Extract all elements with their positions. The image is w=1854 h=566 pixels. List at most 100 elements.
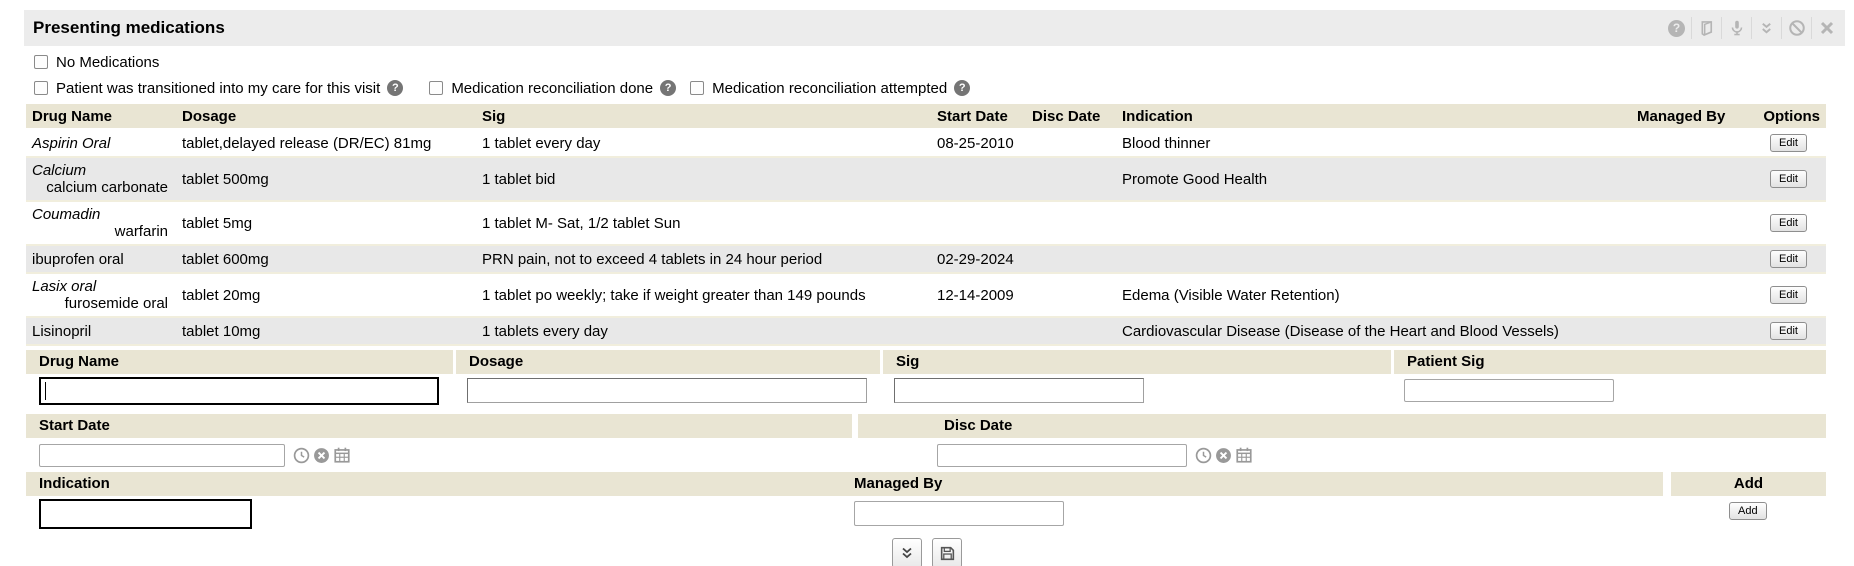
indication-cell xyxy=(1116,202,1631,244)
start-date-cell xyxy=(931,158,1026,200)
indication-label: Indication xyxy=(39,475,110,492)
table-row: ibuprofen oral tablet 600mg PRN pain, no… xyxy=(26,246,1826,274)
sig-cell: 1 tablet M- Sat, 1/2 tablet Sun xyxy=(476,202,931,244)
save-icon xyxy=(939,545,956,562)
start-date-cell: 02-29-2024 xyxy=(931,246,1026,272)
no-medications-checkbox[interactable] xyxy=(34,55,48,69)
edit-button[interactable]: Edit xyxy=(1770,322,1807,340)
toolbar-microphone-button[interactable] xyxy=(1722,16,1751,40)
calendar-icon[interactable] xyxy=(333,446,351,464)
edit-button[interactable]: Edit xyxy=(1770,134,1807,152)
reconciliation-done-label: Medication reconciliation done xyxy=(451,80,653,97)
drug-generic: warfarin xyxy=(32,223,170,240)
column-header-disc-date: Disc Date xyxy=(1026,104,1116,128)
toolbar-help-button[interactable]: ? xyxy=(1662,16,1691,40)
edit-button[interactable]: Edit xyxy=(1770,170,1807,188)
drug-brand: Coumadin xyxy=(32,206,170,223)
help-icon[interactable]: ? xyxy=(387,80,403,96)
close-icon xyxy=(1819,20,1835,36)
sig-cell: 1 tablets every day xyxy=(476,318,931,344)
drug-generic: calcium carbonate xyxy=(32,179,170,196)
drug-brand: ibuprofen oral xyxy=(32,251,170,268)
transitioned-checkbox[interactable] xyxy=(34,81,48,95)
column-header-options: Options xyxy=(1751,104,1826,128)
transitioned-label: Patient was transitioned into my care fo… xyxy=(56,80,380,97)
indication-cell: Edema (Visible Water Retention) xyxy=(1116,274,1631,316)
drug-brand: Lisinopril xyxy=(32,323,170,340)
table-row: Aspirin Oral tablet,delayed release (DR/… xyxy=(26,130,1826,158)
reconciliation-row: Patient was transitioned into my care fo… xyxy=(34,76,1534,100)
dosage-cell: tablet 20mg xyxy=(176,274,476,316)
column-header-drug-name: Drug Name xyxy=(26,104,176,128)
table-row: Calcium calcium carbonate tablet 500mg 1… xyxy=(26,158,1826,202)
managed-by-cell xyxy=(1631,246,1751,272)
column-header-dosage: Dosage xyxy=(176,104,476,128)
clear-date-icon[interactable] xyxy=(1215,447,1232,464)
disc-date-label: Disc Date xyxy=(858,414,1826,438)
drug-name-input[interactable] xyxy=(39,377,439,405)
start-date-cell xyxy=(931,202,1026,244)
text-caret xyxy=(45,382,46,400)
start-date-input[interactable] xyxy=(39,444,285,467)
panel-titlebar: Presenting medications ? xyxy=(24,10,1845,46)
table-row: Lasix oral furosemide oral tablet 20mg 1… xyxy=(26,274,1826,318)
chevrons-down-icon xyxy=(1758,20,1775,37)
dosage-cell: tablet 500mg xyxy=(176,158,476,200)
indication-cell: Promote Good Health xyxy=(1116,158,1631,200)
column-header-managed-by: Managed By xyxy=(1631,104,1751,128)
column-header-indication: Indication xyxy=(1116,104,1631,128)
sig-label: Sig xyxy=(883,350,1391,374)
managed-by-cell xyxy=(1631,202,1751,244)
drug-brand: Calcium xyxy=(32,162,170,179)
reconciliation-done-checkbox[interactable] xyxy=(429,81,443,95)
clear-date-icon[interactable] xyxy=(313,447,330,464)
sig-cell: 1 tablet po weekly; take if weight great… xyxy=(476,274,931,316)
help-icon[interactable]: ? xyxy=(954,80,970,96)
add-label: Add xyxy=(1671,472,1826,496)
disc-date-input[interactable] xyxy=(937,444,1187,467)
add-button[interactable]: Add xyxy=(1729,502,1767,520)
drug-name-label: Drug Name xyxy=(26,350,453,374)
form-labels-row-2: Start Date Disc Date xyxy=(26,414,1826,438)
dosage-input[interactable] xyxy=(467,378,867,403)
clock-icon[interactable] xyxy=(293,447,310,464)
table-row: Lisinopril tablet 10mg 1 tablets every d… xyxy=(26,318,1826,346)
sig-cell: PRN pain, not to exceed 4 tablets in 24 … xyxy=(476,246,931,272)
edit-button[interactable]: Edit xyxy=(1770,286,1807,304)
toolbar-disable-button[interactable] xyxy=(1782,16,1811,40)
expand-button[interactable] xyxy=(892,538,922,566)
column-header-sig: Sig xyxy=(476,104,931,128)
drug-brand: Aspirin Oral xyxy=(32,135,170,152)
start-date-label: Start Date xyxy=(26,414,852,438)
start-date-cell xyxy=(931,318,1026,344)
start-date-cell: 12-14-2009 xyxy=(931,274,1026,316)
managed-by-label: Managed By xyxy=(854,472,942,496)
edit-button[interactable]: Edit xyxy=(1770,250,1807,268)
save-button[interactable] xyxy=(932,538,962,566)
toolbar-book-button[interactable] xyxy=(1692,16,1721,40)
column-header-start-date: Start Date xyxy=(931,104,1026,128)
disc-date-cell xyxy=(1026,246,1116,272)
no-medications-label: No Medications xyxy=(56,54,159,71)
toolbar-close-button[interactable] xyxy=(1812,16,1841,40)
indication-input[interactable] xyxy=(39,499,252,529)
toolbar-collapse-button[interactable] xyxy=(1752,16,1781,40)
form-actions xyxy=(0,538,1854,566)
drug-generic: furosemide oral xyxy=(32,295,170,312)
chevrons-down-icon xyxy=(899,545,915,561)
add-medication-form: Drug Name Dosage Sig Patient Sig Start D… xyxy=(26,350,1826,536)
sig-input[interactable] xyxy=(894,378,1144,403)
clock-icon[interactable] xyxy=(1195,447,1212,464)
table-header-row: Drug Name Dosage Sig Start Date Disc Dat… xyxy=(26,104,1826,130)
reconciliation-attempted-checkbox[interactable] xyxy=(690,81,704,95)
help-icon[interactable]: ? xyxy=(660,80,676,96)
edit-button[interactable]: Edit xyxy=(1770,214,1807,232)
dosage-cell: tablet 600mg xyxy=(176,246,476,272)
managed-by-input[interactable] xyxy=(854,501,1064,526)
calendar-icon[interactable] xyxy=(1235,446,1253,464)
patient-sig-label: Patient Sig xyxy=(1394,350,1826,374)
table-row: Coumadin warfarin tablet 5mg 1 tablet M-… xyxy=(26,202,1826,246)
page-title: Presenting medications xyxy=(24,18,225,38)
patient-sig-input[interactable] xyxy=(1404,379,1614,402)
disc-date-cell xyxy=(1026,158,1116,200)
